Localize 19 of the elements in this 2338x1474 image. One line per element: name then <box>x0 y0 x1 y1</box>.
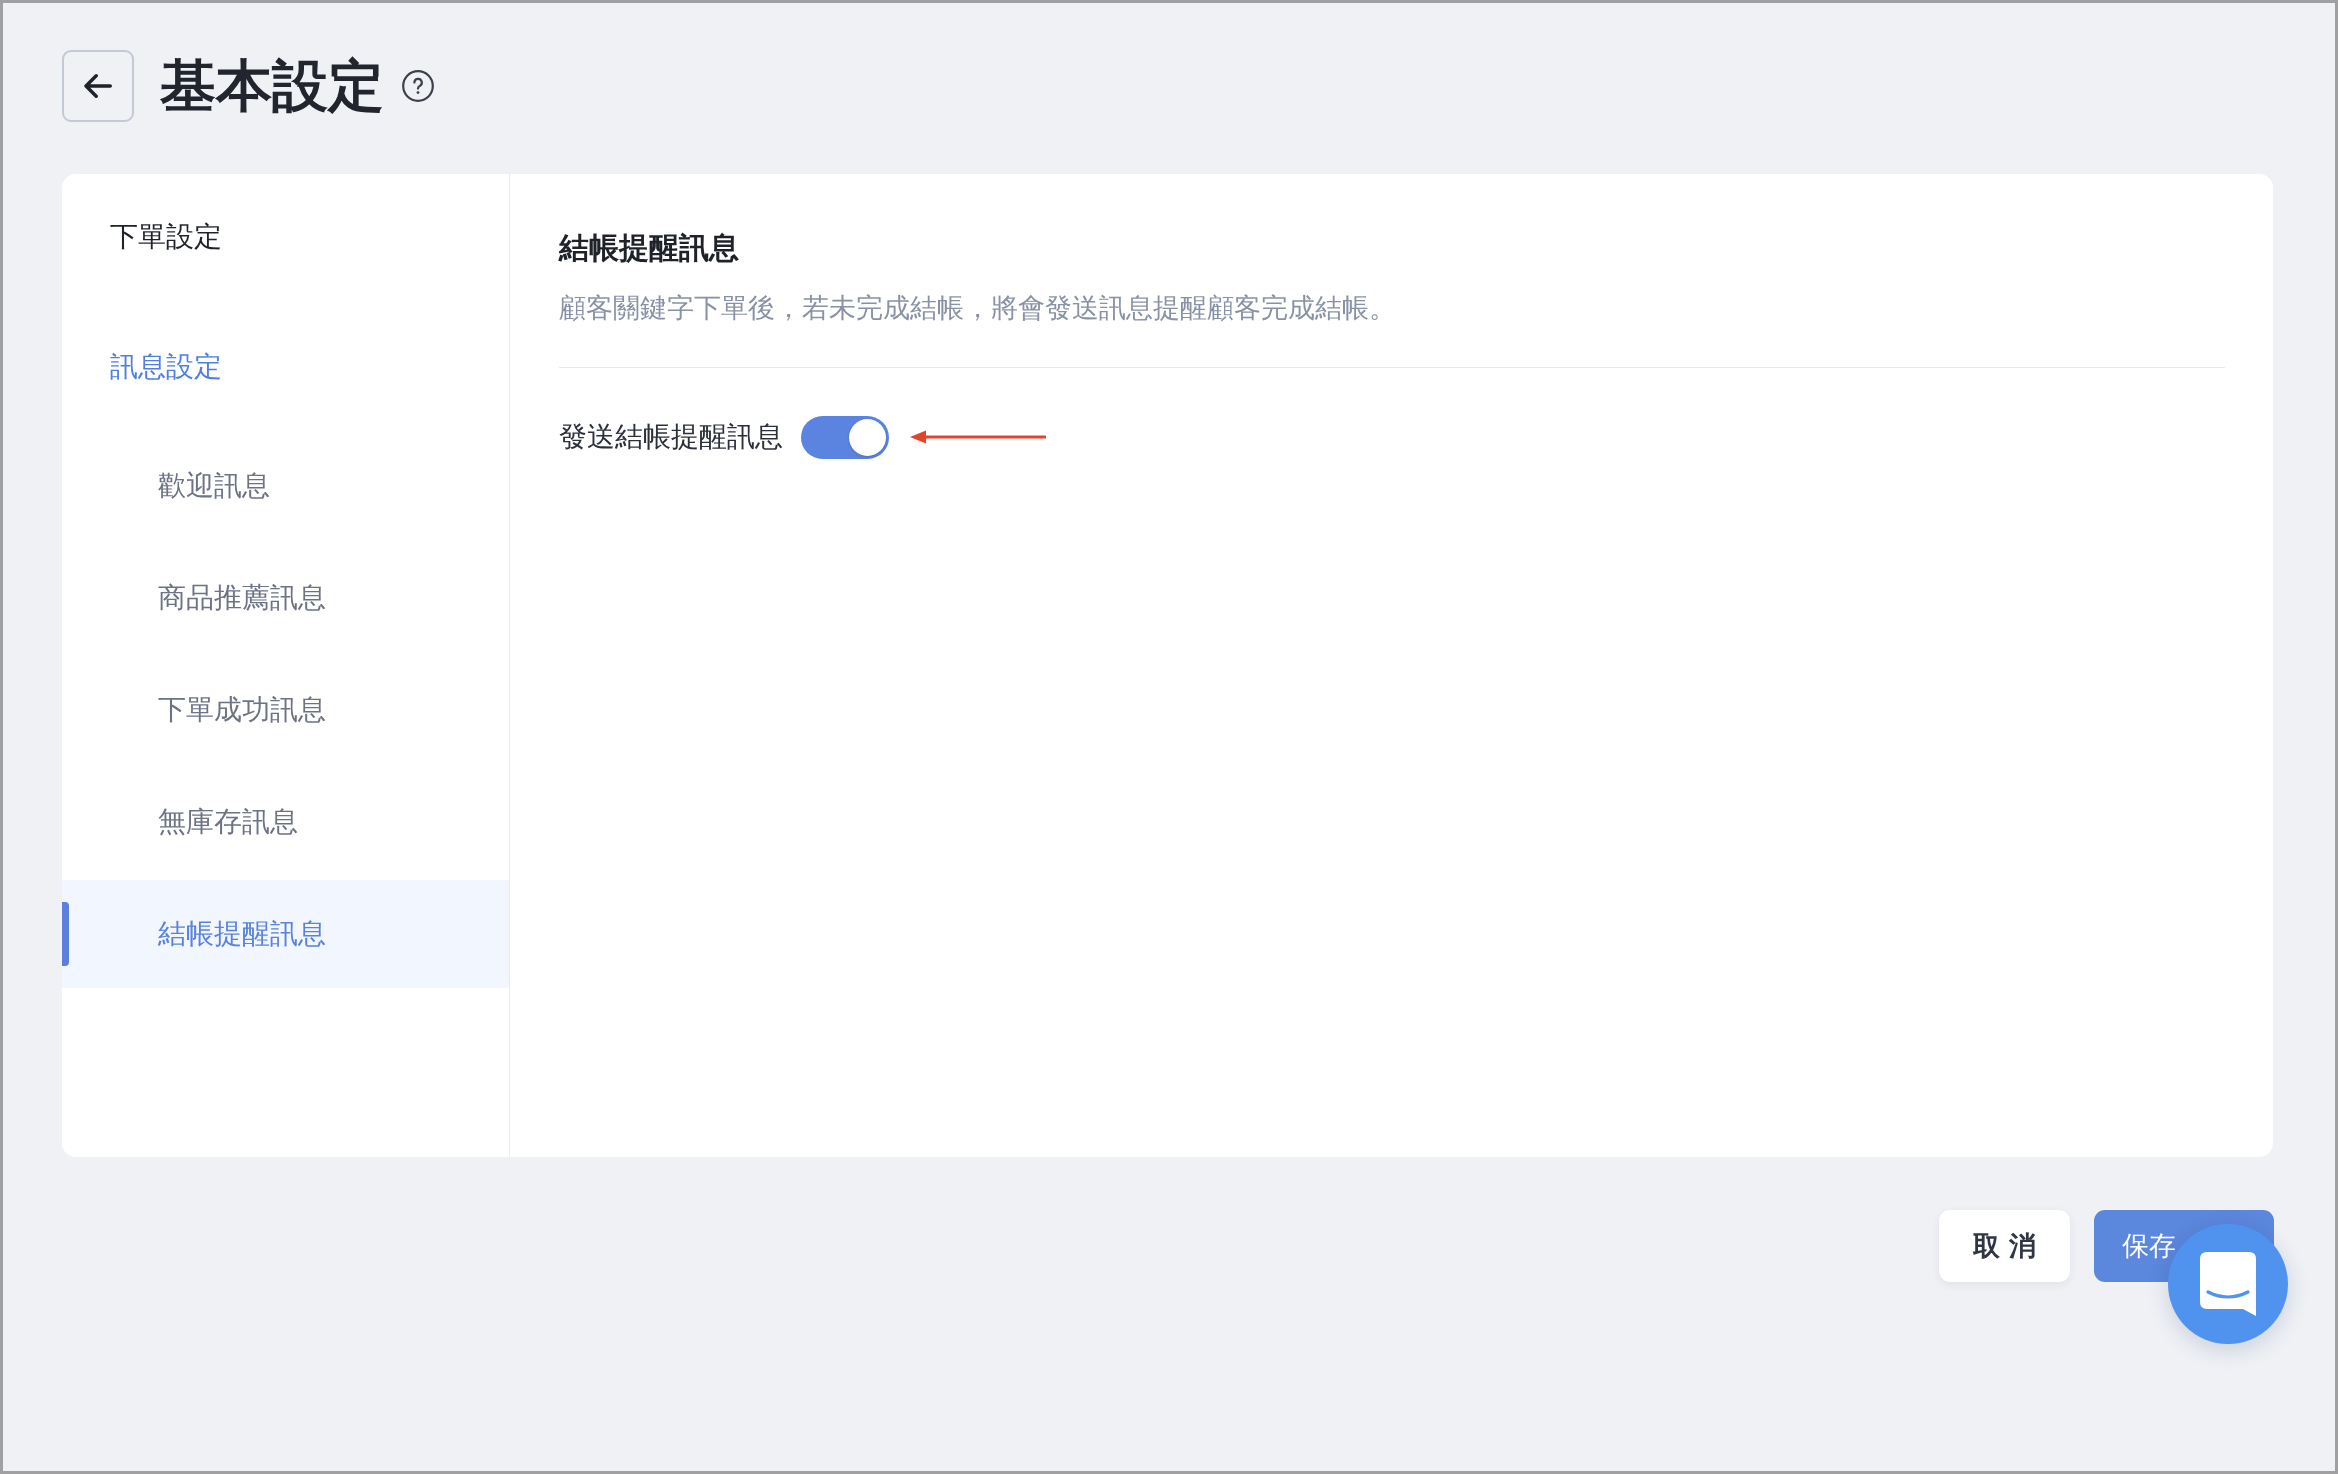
sidebar-item[interactable]: 無庫存訊息 <box>62 768 509 876</box>
sidebar-item[interactable]: 結帳提醒訊息 <box>62 880 509 988</box>
sidebar-item[interactable]: 下單成功訊息 <box>62 656 509 764</box>
sidebar-item[interactable]: 下單設定 <box>62 194 509 280</box>
sidebar-item[interactable]: 歡迎訊息 <box>62 432 509 540</box>
section-title: 結帳提醒訊息 <box>559 229 739 267</box>
cancel-button[interactable]: 取 消 <box>1939 1210 2070 1282</box>
back-button[interactable] <box>62 50 134 122</box>
section-description: 顧客關鍵字下單後，若未完成結帳，將會發送訊息提醒顧客完成結帳。 <box>559 291 1396 325</box>
arrow-left-icon <box>84 74 112 98</box>
toggle-switch[interactable] <box>801 415 889 459</box>
sidebar-item[interactable]: 商品推薦訊息 <box>62 544 509 652</box>
active-indicator <box>62 902 69 966</box>
help-icon[interactable] <box>402 70 434 102</box>
pointer-arrow-icon <box>910 429 1046 445</box>
page-title: 基本設定 <box>160 52 384 120</box>
chat-bubble-icon <box>2200 1252 2256 1316</box>
setting-label: 發送結帳提醒訊息 <box>559 419 783 455</box>
sidebar-item[interactable]: 訊息設定 <box>62 324 509 410</box>
